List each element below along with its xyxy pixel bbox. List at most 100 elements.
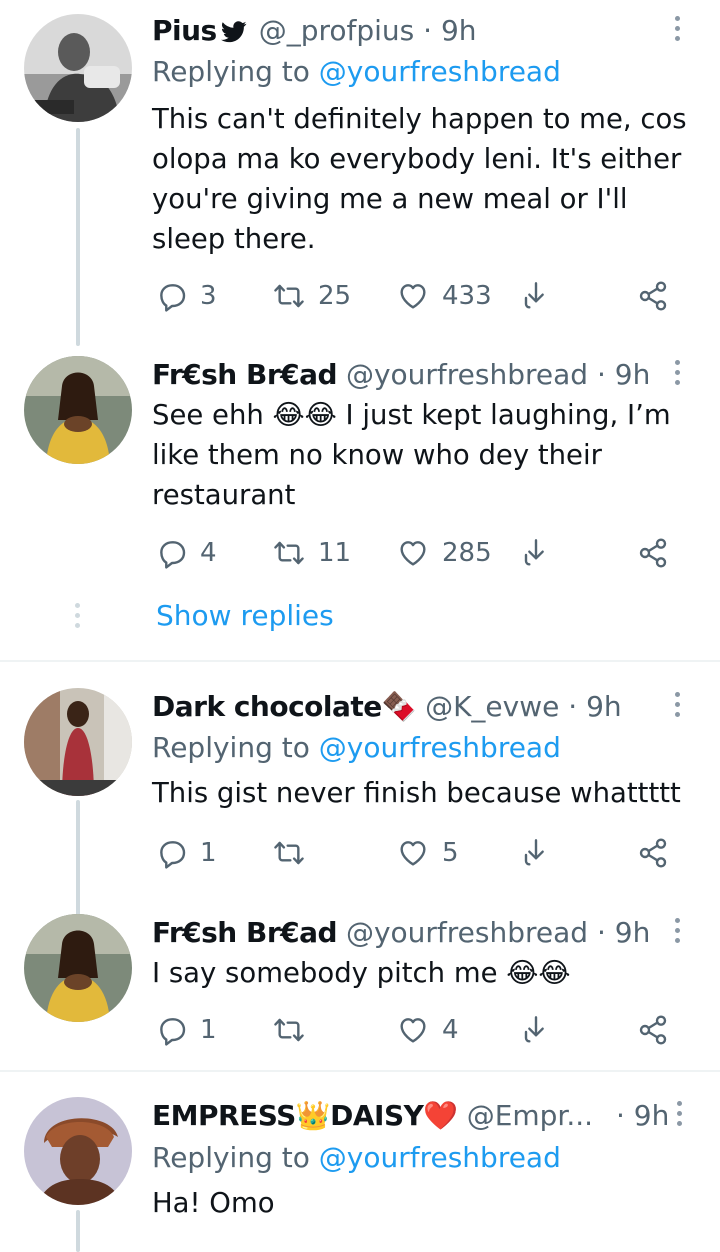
retweet-icon <box>272 1014 306 1046</box>
like-count: 433 <box>442 281 492 311</box>
reply-button[interactable]: 4 <box>156 533 217 573</box>
share-button[interactable] <box>520 276 552 316</box>
timestamp[interactable]: 9h <box>615 358 651 391</box>
retweet-button[interactable] <box>272 1010 318 1050</box>
thread-line <box>76 128 80 346</box>
distribute-button[interactable] <box>636 276 670 316</box>
distribute-button[interactable] <box>636 1010 670 1050</box>
share-button[interactable] <box>520 1010 552 1050</box>
like-count: 4 <box>442 1015 459 1045</box>
tweet-actions: 4 11 285 <box>152 533 692 573</box>
distribute-icon <box>636 537 670 569</box>
author-handle[interactable]: @_profpius <box>259 14 415 47</box>
separator-dot: · <box>423 14 433 47</box>
distribute-icon <box>636 280 670 312</box>
distribute-icon <box>636 1014 670 1046</box>
more-icon[interactable] <box>672 16 682 46</box>
separator-dot: · <box>568 690 578 723</box>
replying-label: Replying to <box>152 731 310 764</box>
share-button[interactable] <box>520 533 552 573</box>
like-button[interactable]: 4 <box>396 1010 459 1050</box>
divider <box>0 1070 720 1072</box>
avatar[interactable] <box>24 14 132 122</box>
retweet-button[interactable] <box>272 833 318 873</box>
tweet-actions: 3 25 433 <box>152 276 692 316</box>
separator-dot: · <box>596 358 606 391</box>
tweet-text: Ha! Omo <box>152 1187 275 1219</box>
share-icon <box>520 837 552 869</box>
reply-icon <box>156 280 188 312</box>
retweet-icon <box>272 537 306 569</box>
reply-button[interactable]: 1 <box>156 1010 217 1050</box>
twitter-bird-icon <box>220 21 247 43</box>
replying-mention[interactable]: @yourfreshbread <box>319 55 561 88</box>
author-handle[interactable]: @Empr... <box>467 1099 593 1132</box>
share-button[interactable] <box>520 833 552 873</box>
author-name[interactable]: Fr€sh Br€ad <box>152 916 338 949</box>
timestamp[interactable]: 9h <box>615 916 651 949</box>
distribute-icon <box>636 837 670 869</box>
reply-icon <box>156 1014 188 1046</box>
tweet-text: This can't definitely happen to me, cos … <box>152 103 687 255</box>
like-icon <box>396 537 430 569</box>
more-icon[interactable] <box>672 692 682 722</box>
like-button[interactable]: 285 <box>396 533 492 573</box>
tweet-text: See ehh 😂😂 I just kept laughing, I’m lik… <box>152 399 671 511</box>
share-icon <box>520 537 552 569</box>
author-name[interactable]: Pius <box>152 14 217 47</box>
thread-line <box>76 1210 80 1252</box>
retweet-icon <box>272 280 306 312</box>
retweet-button[interactable]: 11 <box>272 533 351 573</box>
avatar[interactable] <box>24 1097 132 1205</box>
more-icon[interactable] <box>674 1101 684 1131</box>
tweet-text: I say somebody pitch me 😂😂 <box>152 957 571 989</box>
replying-label: Replying to <box>152 55 310 88</box>
replying-to: Replying to @yourfreshbread <box>152 53 696 91</box>
author-handle[interactable]: @K_evwe <box>425 690 559 723</box>
avatar[interactable] <box>24 914 132 1022</box>
avatar-image <box>24 914 132 1022</box>
replying-mention[interactable]: @yourfreshbread <box>319 1141 561 1174</box>
timestamp[interactable]: 9h <box>634 1099 670 1132</box>
reply-count: 1 <box>200 1015 217 1045</box>
author-name[interactable]: EMPRESS👑DAISY❤️ <box>152 1099 458 1132</box>
like-count: 5 <box>442 838 459 868</box>
more-icon[interactable] <box>672 360 682 390</box>
separator-dot: · <box>596 916 606 949</box>
reply-icon <box>156 837 188 869</box>
retweet-count: 11 <box>318 538 352 568</box>
reply-button[interactable]: 1 <box>156 833 217 873</box>
show-replies-link[interactable]: Show replies <box>156 597 334 635</box>
like-button[interactable]: 433 <box>396 276 492 316</box>
timestamp[interactable]: 9h <box>441 14 477 47</box>
like-icon <box>396 837 430 869</box>
author-name[interactable]: Dark chocolate🍫 <box>152 690 417 723</box>
avatar[interactable] <box>24 356 132 464</box>
like-button[interactable]: 5 <box>396 833 459 873</box>
separator-dot: · <box>615 1099 625 1132</box>
reply-icon <box>156 537 188 569</box>
avatar-image <box>24 688 132 796</box>
author-handle[interactable]: @yourfreshbread <box>346 916 588 949</box>
reply-count: 1 <box>200 838 217 868</box>
timestamp[interactable]: 9h <box>586 690 622 723</box>
author-handle[interactable]: @yourfreshbread <box>346 358 588 391</box>
more-icon[interactable] <box>672 918 682 948</box>
tweet-actions: 1 5 <box>152 833 692 873</box>
retweet-icon <box>272 837 306 869</box>
avatar[interactable] <box>24 688 132 796</box>
replying-label: Replying to <box>152 1141 310 1174</box>
tweet-text: This gist never finish because whattttt <box>152 777 681 809</box>
reply-button[interactable]: 3 <box>156 276 217 316</box>
author-name[interactable]: Fr€sh Br€ad <box>152 358 338 391</box>
distribute-button[interactable] <box>636 833 670 873</box>
retweet-button[interactable]: 25 <box>272 276 351 316</box>
replying-mention[interactable]: @yourfreshbread <box>319 731 561 764</box>
thread-continuation-dots <box>73 603 81 633</box>
retweet-count: 25 <box>318 281 352 311</box>
distribute-button[interactable] <box>636 533 670 573</box>
avatar-image <box>24 1097 132 1205</box>
reply-count: 4 <box>200 538 217 568</box>
like-icon <box>396 1014 430 1046</box>
thread-line <box>76 800 80 916</box>
